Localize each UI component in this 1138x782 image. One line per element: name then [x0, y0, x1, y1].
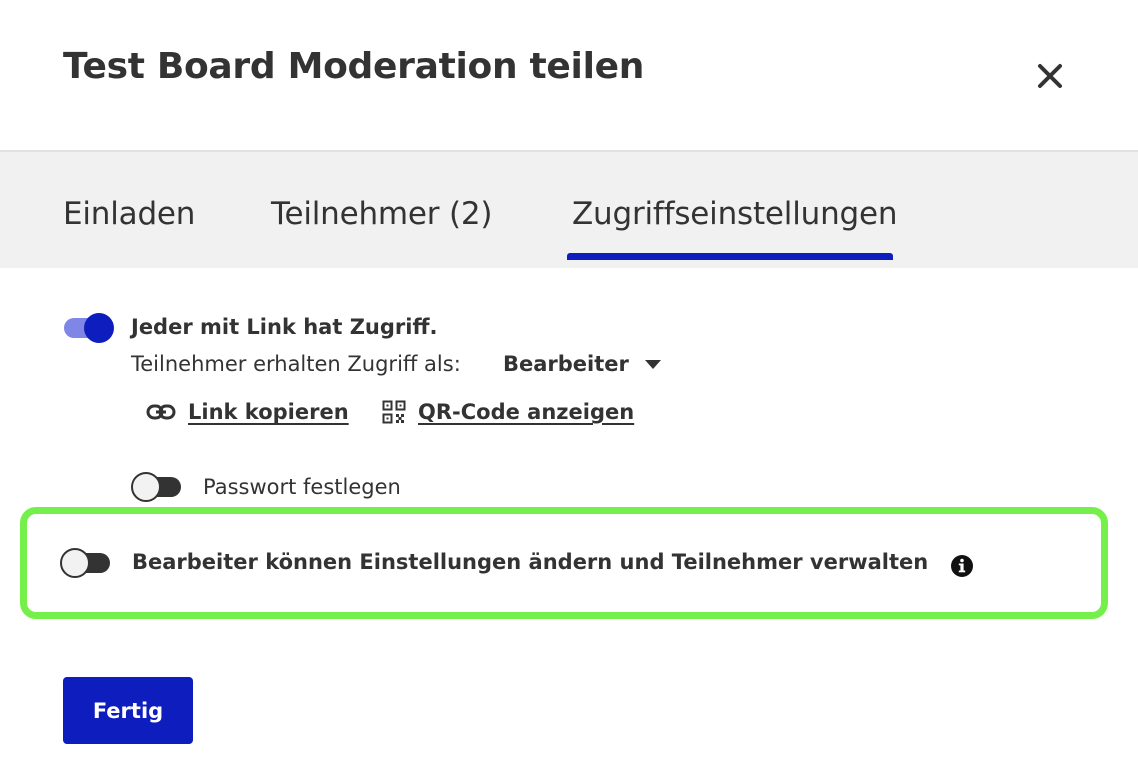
link-icon	[146, 404, 176, 420]
toggle-knob	[60, 548, 90, 578]
tab-zugriffseinstellungen[interactable]: Zugriffseinstellungen	[572, 196, 898, 232]
dialog-header: Test Board Moderation teilen	[0, 0, 1138, 152]
toggle-knob	[131, 472, 161, 502]
link-access-label: Jeder mit Link hat Zugriff.	[131, 315, 438, 339]
tab-bar: Einladen Teilnehmer (2) Zugriffseinstell…	[0, 152, 1138, 268]
link-access-toggle[interactable]	[62, 312, 114, 344]
done-button[interactable]: Fertig	[63, 677, 193, 744]
role-value: Bearbeiter	[503, 352, 629, 376]
copy-link-label: Link kopieren	[188, 400, 349, 424]
role-dropdown[interactable]: Bearbeiter	[503, 348, 661, 380]
show-qr-code-button[interactable]: QR-Code anzeigen	[382, 400, 634, 424]
role-label: Teilnehmer erhalten Zugriff als:	[131, 352, 461, 376]
active-tab-indicator	[567, 253, 893, 260]
caret-down-icon	[644, 359, 661, 369]
qr-code-label: QR-Code anzeigen	[418, 400, 635, 424]
qr-code-icon	[382, 400, 406, 424]
access-settings-panel: Jeder mit Link hat Zugriff. Teilnehmer e…	[0, 268, 1138, 780]
dialog-title: Test Board Moderation teilen	[63, 46, 645, 87]
editor-permissions-toggle[interactable]	[60, 547, 112, 579]
password-label: Passwort festlegen	[203, 475, 401, 499]
tab-teilnehmer[interactable]: Teilnehmer (2)	[271, 196, 493, 232]
close-button[interactable]	[1028, 54, 1072, 98]
share-dialog: Test Board Moderation teilen Einladen Te…	[0, 0, 1138, 782]
tab-einladen[interactable]: Einladen	[63, 196, 195, 232]
close-icon	[1038, 64, 1062, 88]
toggle-knob	[84, 313, 114, 343]
info-icon[interactable]	[950, 554, 974, 578]
password-toggle[interactable]	[131, 471, 183, 503]
copy-link-button[interactable]: Link kopieren	[146, 400, 349, 424]
editor-permissions-label: Bearbeiter können Einstellungen ändern u…	[132, 550, 929, 574]
